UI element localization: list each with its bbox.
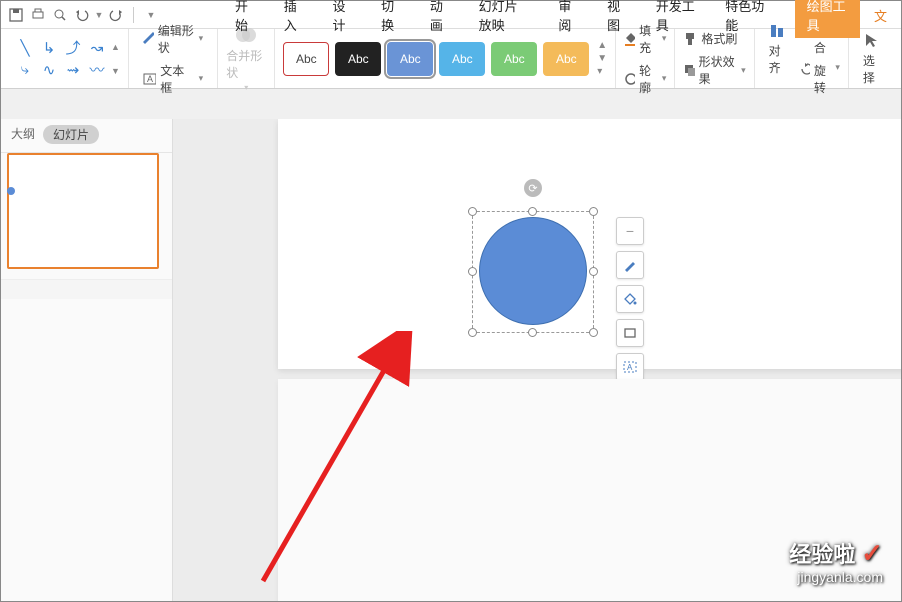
shape-effect-button[interactable]: 形状效果▾	[683, 53, 745, 87]
rotate-label: 旋转	[814, 62, 831, 96]
style-blue-selected[interactable]: Abc	[387, 42, 433, 76]
menu-view[interactable]: 视图	[593, 0, 642, 40]
lines-down-icon[interactable]: ▼	[111, 66, 120, 76]
outline-label: 轮廓	[639, 62, 658, 96]
menu-developer[interactable]: 开发工具	[642, 0, 711, 40]
freeform-icon[interactable]: 〰	[87, 61, 107, 79]
menu-slideshow[interactable]: 幻灯片放映	[465, 0, 545, 40]
handle-ml[interactable]	[468, 267, 477, 276]
connector-s-icon[interactable]: ↝	[87, 39, 107, 57]
print-icon[interactable]	[27, 4, 49, 26]
styles-down-icon[interactable]: ▼	[597, 53, 607, 64]
handle-tl[interactable]	[468, 207, 477, 216]
save-icon[interactable]	[5, 4, 27, 26]
float-collapse-icon[interactable]: −	[616, 217, 644, 245]
shape-effect-label: 形状效果	[699, 53, 738, 87]
line-icon[interactable]: ╲	[15, 39, 35, 57]
float-fill-icon[interactable]	[616, 285, 644, 313]
handle-bc[interactable]	[528, 328, 537, 337]
select-label: 选择	[863, 52, 881, 86]
menu-design[interactable]: 设计	[318, 0, 367, 40]
watermark-url: jingyanla.com	[789, 569, 883, 585]
float-rect-icon[interactable]	[616, 319, 644, 347]
tab-outline[interactable]: 大纲	[11, 125, 35, 144]
style-orange[interactable]: Abc	[543, 42, 589, 76]
style-sky[interactable]: Abc	[439, 42, 485, 76]
svg-text:A: A	[147, 74, 153, 84]
svg-text:A: A	[627, 363, 633, 372]
canvas[interactable]: ⟳ − A	[173, 119, 901, 601]
slide-thumbnail-1[interactable]	[7, 153, 159, 269]
outline-button[interactable]: 轮廓▾	[624, 62, 666, 96]
handle-tc[interactable]	[528, 207, 537, 216]
thumbnail-strip	[1, 279, 172, 299]
handle-mr[interactable]	[589, 267, 598, 276]
menu-animation[interactable]: 动画	[416, 0, 465, 40]
menu-special[interactable]: 特色功能	[711, 0, 780, 40]
menu-transition[interactable]: 切换	[367, 0, 416, 40]
print-preview-icon[interactable]	[49, 4, 71, 26]
handle-br[interactable]	[589, 328, 598, 337]
styles-up-icon[interactable]: ▲	[597, 40, 607, 51]
menu-review[interactable]: 审阅	[544, 0, 593, 40]
merge-shapes-label: 合并形状	[226, 47, 266, 81]
undo-icon[interactable]	[71, 4, 93, 26]
zigzag-icon[interactable]: ⇝	[63, 61, 83, 79]
styles-more-icon[interactable]: ▾	[597, 66, 607, 77]
watermark-name: 经验啦	[789, 542, 855, 567]
curve-icon[interactable]: ∿	[39, 61, 59, 79]
rotate-button[interactable]: 旋转▾	[800, 62, 840, 96]
divider	[133, 7, 134, 23]
ribbon-group-shape-edit: 编辑形状 ▾ A 文本框 ▾	[129, 29, 218, 88]
style-black[interactable]: Abc	[335, 42, 381, 76]
menu-start[interactable]: 开始	[221, 0, 270, 40]
redo-icon[interactable]	[105, 4, 127, 26]
float-pencil-icon[interactable]	[616, 251, 644, 279]
slide-page[interactable]: ⟳ − A	[278, 119, 901, 369]
menu-text-partial[interactable]: 文	[860, 0, 901, 31]
text-box-label: 文本框	[160, 62, 194, 96]
ribbon-group-lines: ╲ ↳ ⤴ ↝ ⤷ ∿ ⇝ 〰 ▲ ▼	[7, 29, 129, 88]
rotation-handle[interactable]: ⟳	[524, 179, 542, 197]
side-panel: 大纲 幻灯片	[1, 119, 173, 601]
floating-tools: − A	[616, 217, 644, 381]
selected-shape[interactable]: ⟳	[468, 207, 598, 337]
float-textselect-icon[interactable]: A	[616, 353, 644, 381]
dropdown-icon[interactable]: ▼	[93, 4, 105, 26]
lines-up-icon[interactable]: ▲	[111, 42, 120, 52]
select-button[interactable]: 选择	[857, 32, 887, 86]
handle-bl[interactable]	[468, 328, 477, 337]
menu-drawing-tools[interactable]: 绘图工具	[795, 0, 860, 38]
line-shapes-gallery[interactable]: ╲ ↳ ⤴ ↝ ⤷ ∿ ⇝ 〰	[15, 39, 107, 79]
watermark: 经验啦✓ jingyanla.com	[789, 537, 883, 585]
style-white[interactable]: Abc	[283, 42, 329, 76]
menu-insert[interactable]: 插入	[270, 0, 319, 40]
tab-slides[interactable]: 幻灯片	[43, 125, 99, 144]
circle-shape[interactable]	[479, 217, 587, 325]
style-green[interactable]: Abc	[491, 42, 537, 76]
check-icon: ✓	[861, 538, 883, 568]
text-box-button[interactable]: A 文本框 ▾	[143, 62, 203, 96]
align-label: 对齐	[769, 42, 788, 76]
connector-z-icon[interactable]: ⤴	[63, 39, 83, 57]
handle-tr[interactable]	[589, 207, 598, 216]
connector-l-icon[interactable]: ↳	[39, 39, 59, 57]
connector-l2-icon[interactable]: ⤷	[15, 61, 35, 79]
